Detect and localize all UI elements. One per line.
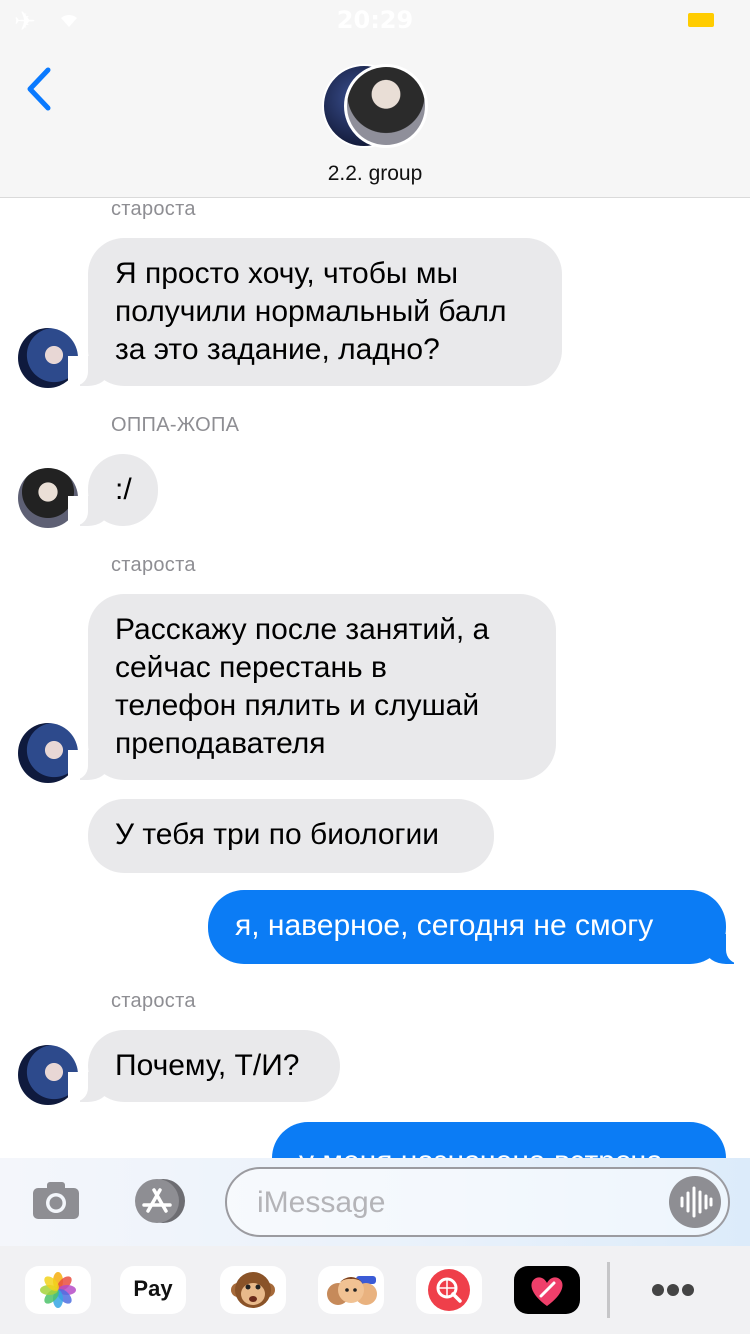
memoji-icon[interactable] [318,1266,384,1314]
divider [607,1262,610,1318]
message-line: телефон пялить и слушай [115,689,480,722]
avatar [344,64,428,148]
message-input[interactable]: iMessage [225,1167,730,1237]
message-bubble[interactable]: Расскажу после занятий, а сейчас переста… [68,594,556,780]
web-search-icon[interactable] [416,1266,482,1314]
status-bar: ✈ 20:29 [0,0,750,40]
chevron-left-icon [27,67,51,111]
battery-icon [688,13,714,27]
app-store-icon[interactable] [126,1177,188,1225]
photos-icon[interactable] [25,1266,91,1314]
message-bubble[interactable]: Я просто хочу, чтобы мы получили нормаль… [68,238,562,386]
message-line: У тебя три по биологии [115,818,439,851]
camera-icon[interactable] [32,1180,80,1220]
message-line: :/ [115,473,132,506]
sender-name: ОППА-ЖОПА [111,414,240,436]
message-line: Почему, Т/И? [115,1049,300,1082]
message-line: Я просто хочу, чтобы мы [115,257,459,290]
status-time: 20:29 [336,6,414,34]
message-line: преподавателя [115,727,326,760]
sender-name: староста [111,554,196,576]
message-line: за это задание, ладно? [115,333,440,366]
audio-message-button[interactable] [669,1176,721,1228]
monkey-animoji-icon[interactable] [220,1266,286,1314]
message-bubble[interactable]: Почему, Т/И? [68,1030,340,1102]
sender-name: староста [111,990,196,1012]
apple-pay-icon[interactable]: Pay [120,1266,186,1314]
apple-pay-label: Pay [133,1276,173,1301]
message-line: сейчас перестань в [115,651,387,684]
message-input-placeholder: iMessage [257,1186,386,1219]
message-line: Расскажу после занятий, а [115,613,490,646]
message-line: я, наверное, сегодня не смогу [235,909,654,942]
sender-name: староста [111,198,196,220]
message-bubble[interactable]: У тебя три по биологии [88,799,494,873]
message-bubble[interactable]: :/ [68,454,158,526]
group-title[interactable]: 2.2. group [0,162,750,186]
group-avatar[interactable] [322,64,432,148]
message-bubble-outgoing[interactable]: я, наверное, сегодня не смогу [208,890,746,964]
waveform-icon [680,1186,713,1218]
more-apps-icon[interactable] [640,1266,706,1314]
back-button[interactable] [22,64,62,114]
digital-touch-icon[interactable] [514,1266,580,1314]
message-line: получили нормальный балл [115,295,507,328]
